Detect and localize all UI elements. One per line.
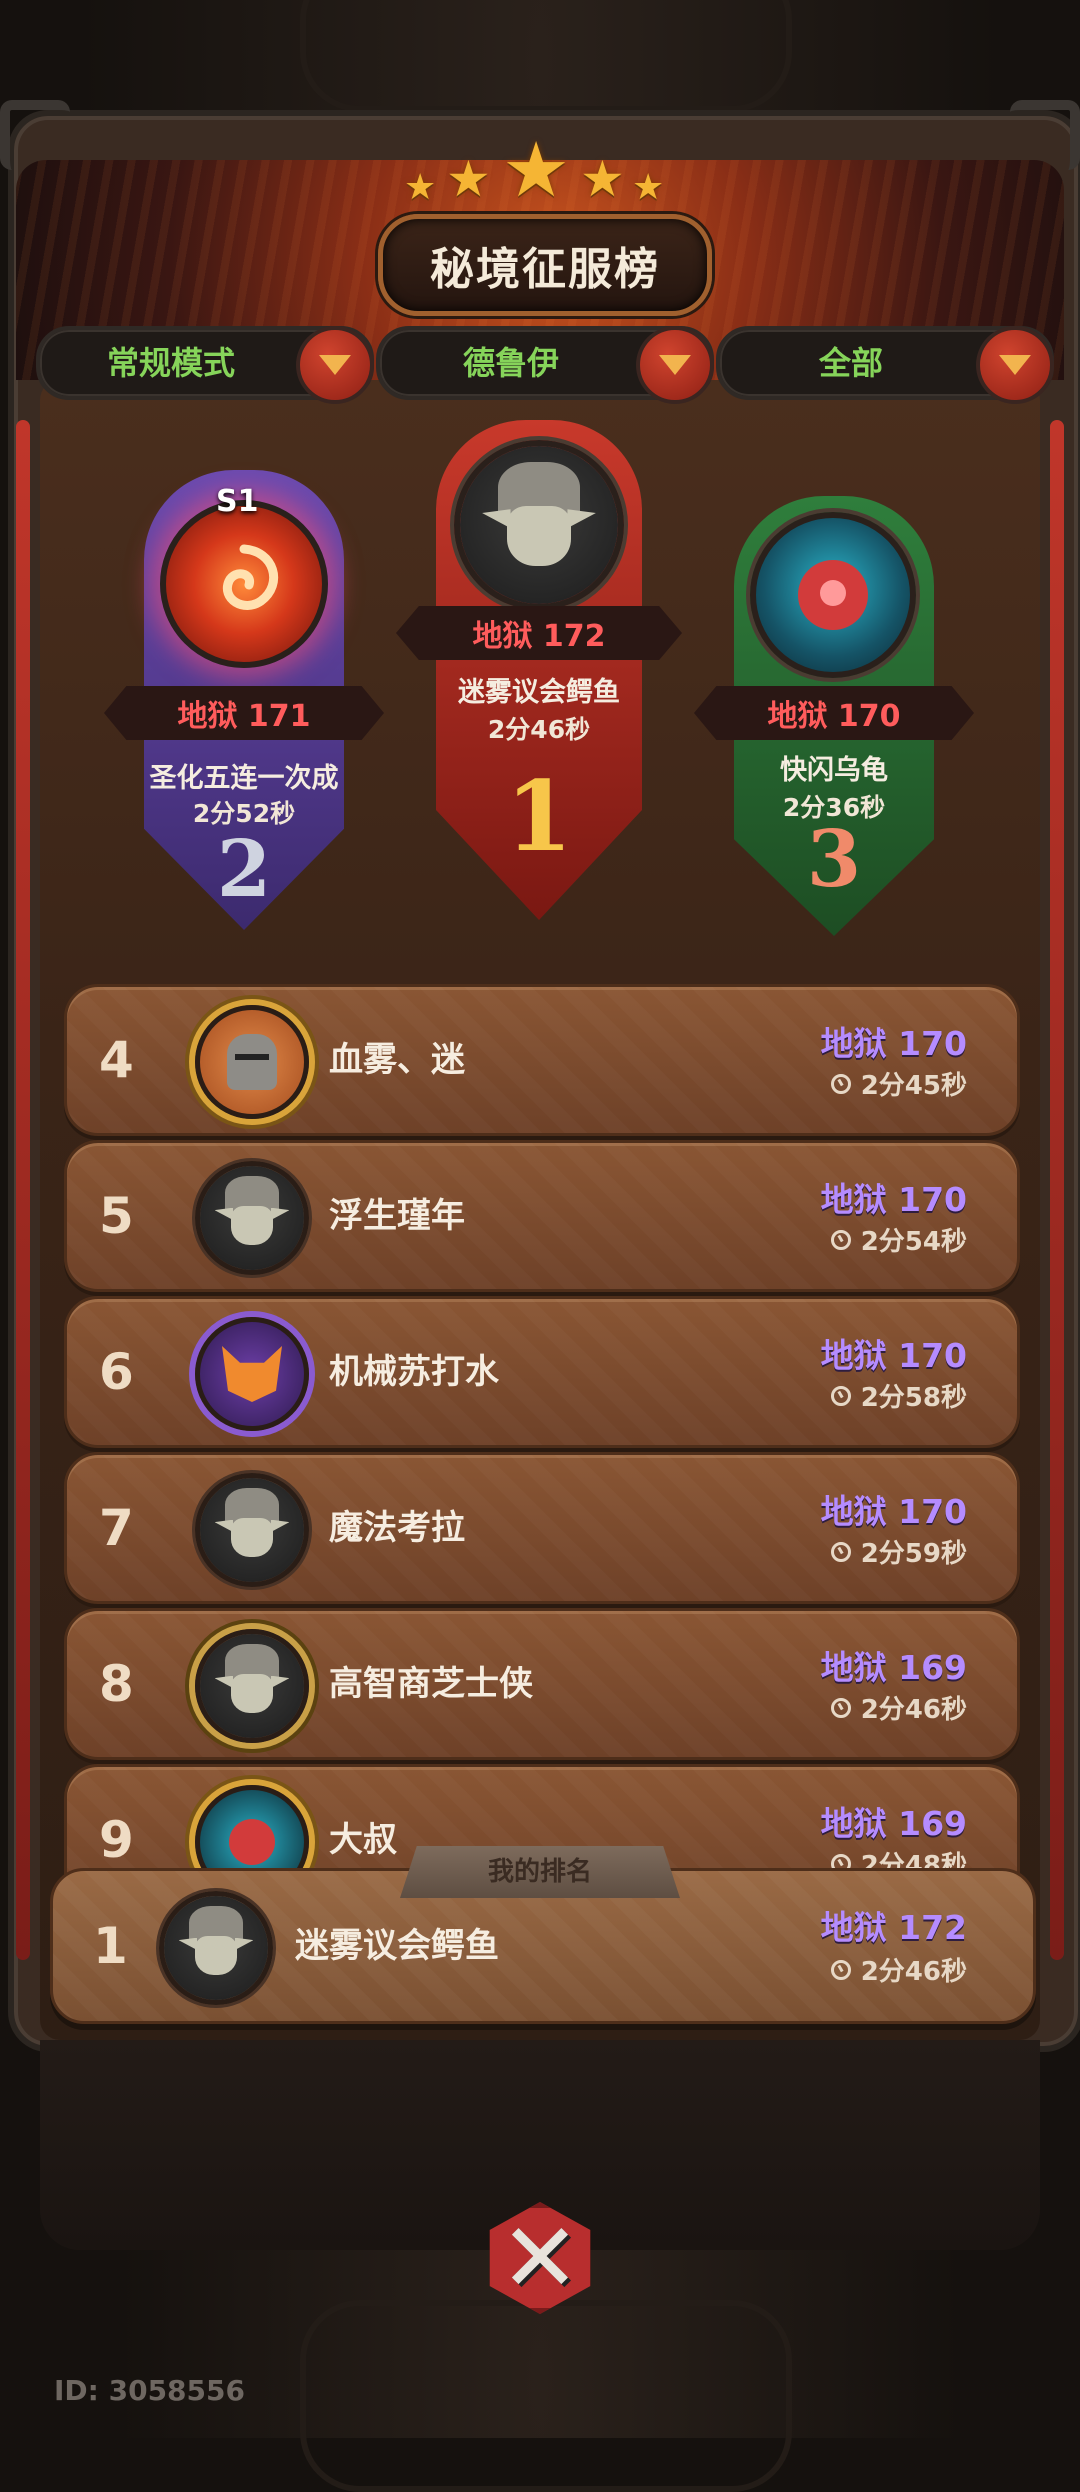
- season-badge: S1: [216, 484, 259, 519]
- row-level: 地狱 169: [820, 1648, 967, 1687]
- row-player-name: 浮生瑾年: [329, 1196, 465, 1236]
- clown-avatar-icon: [750, 512, 916, 678]
- clock-icon: [830, 1541, 851, 1562]
- row-player-name: 血雾、迷: [329, 1040, 465, 1080]
- player-id: ID: 3058556: [54, 2374, 245, 2407]
- page-title: 秘境征服榜: [430, 244, 660, 295]
- podium-second[interactable]: S1 地狱 171 圣化五连一次成 2分52秒 2: [104, 470, 384, 930]
- star-icon: ★: [502, 125, 571, 214]
- star-icon: ★: [632, 167, 665, 208]
- level-ribbon: 地狱 172: [396, 606, 682, 660]
- level-ribbon: 地狱 171: [104, 686, 384, 740]
- leaderboard-row[interactable]: 8 高智商芝士侠 地狱 169 2分46秒: [64, 1608, 1020, 1760]
- title-plate: 秘境征服榜: [378, 214, 712, 316]
- row-rank: 4: [99, 1031, 134, 1089]
- leaderboard-row[interactable]: 6 机械苏打水 地狱 170 2分58秒: [64, 1296, 1020, 1448]
- clock-icon: [830, 1385, 851, 1406]
- leaderboard-row[interactable]: 5 浮生瑾年 地狱 170 2分54秒: [64, 1140, 1020, 1292]
- elf-avatar-icon: [195, 1161, 309, 1275]
- row-level: 地狱 170: [820, 1336, 967, 1375]
- corner-ornament: [0, 100, 70, 170]
- my-time-wrap: 2分46秒: [830, 1951, 967, 1988]
- row-level: 地狱 170: [820, 1492, 967, 1531]
- mode-dropdown[interactable]: 常规模式: [36, 326, 374, 404]
- row-time: 2分46秒: [860, 1695, 967, 1725]
- level-ribbon: 地狱 170: [694, 686, 974, 740]
- row-time-wrap: 2分58秒: [830, 1377, 967, 1414]
- chevron-down-icon[interactable]: [636, 326, 714, 404]
- row-time: 2分45秒: [860, 1071, 967, 1101]
- row-level: 地狱 170: [820, 1180, 967, 1219]
- background-ornament: [300, 2300, 792, 2492]
- my-rank-tab: 我的排名: [400, 1846, 680, 1898]
- clock-icon: [830, 1073, 851, 1094]
- row-player-name: 高智商芝士侠: [329, 1664, 533, 1704]
- elf-avatar-icon: [159, 1891, 273, 2005]
- podium-first[interactable]: 地狱 172 迷雾议会鳄鱼 2分46秒 1: [396, 420, 682, 920]
- rating-stars: ★ ★ ★ ★ ★: [400, 132, 680, 212]
- dragon-elf-avatar-icon: [195, 1629, 309, 1743]
- scope-dropdown[interactable]: 全部: [716, 326, 1054, 404]
- my-time: 2分46秒: [860, 1957, 967, 1987]
- scope-dropdown-label: 全部: [818, 344, 883, 382]
- row-rank: 7: [99, 1499, 134, 1557]
- row-level: 地狱 170: [820, 1024, 967, 1063]
- my-rank-number: 1: [93, 1917, 128, 1975]
- clear-time: 2分46秒: [487, 715, 591, 744]
- rank-number: 2: [216, 824, 272, 915]
- rank-number: 1: [505, 760, 573, 873]
- rank-number: 3: [806, 814, 862, 905]
- leaderboard-row[interactable]: 4 血雾、迷 地狱 170 2分45秒: [64, 984, 1020, 1136]
- row-rank: 8: [99, 1655, 134, 1713]
- player-name: 迷雾议会鳄鱼: [458, 677, 620, 708]
- leaderboard-row[interactable]: 7 魔法考拉 地狱 170 2分59秒: [64, 1452, 1020, 1604]
- elf-avatar-icon: [195, 1473, 309, 1587]
- my-level: 地狱 172: [820, 1908, 967, 1947]
- fire-swirl-avatar-icon: [160, 500, 328, 668]
- star-icon: ★: [580, 150, 625, 208]
- star-icon: ★: [446, 150, 491, 208]
- row-player-name: 机械苏打水: [329, 1352, 499, 1392]
- close-button[interactable]: ✕: [470, 2188, 610, 2328]
- chevron-down-icon[interactable]: [976, 326, 1054, 404]
- left-rail: [16, 420, 30, 1960]
- row-time: 2分54秒: [860, 1227, 967, 1257]
- player-name: 快闪乌龟: [780, 755, 888, 786]
- elf-avatar-icon: [454, 440, 624, 610]
- star-icon: ★: [404, 167, 437, 208]
- class-dropdown[interactable]: 德鲁伊: [376, 326, 714, 404]
- row-player-name: 魔法考拉: [329, 1508, 465, 1548]
- clock-icon: [830, 1959, 851, 1980]
- row-time: 2分58秒: [860, 1383, 967, 1413]
- row-rank: 6: [99, 1343, 134, 1401]
- corner-ornament: [1010, 100, 1080, 170]
- chevron-down-icon[interactable]: [296, 326, 374, 404]
- fox-avatar-icon: [195, 1317, 309, 1431]
- close-icon: ✕: [489, 2202, 591, 2314]
- row-time-wrap: 2分54秒: [830, 1221, 967, 1258]
- mode-dropdown-label: 常规模式: [106, 344, 235, 382]
- podium-third[interactable]: 地狱 170 快闪乌龟 2分36秒 3: [694, 496, 974, 936]
- row-time-wrap: 2分45秒: [830, 1065, 967, 1102]
- right-rail: [1050, 420, 1064, 1960]
- row-time: 2分59秒: [860, 1539, 967, 1569]
- clock-icon: [830, 1697, 851, 1718]
- row-rank: 5: [99, 1187, 134, 1245]
- knight-avatar-icon: [195, 1005, 309, 1119]
- row-time-wrap: 2分59秒: [830, 1533, 967, 1570]
- background-ornament: [300, 0, 792, 112]
- player-name: 圣化五连一次成: [149, 763, 339, 794]
- row-time-wrap: 2分46秒: [830, 1689, 967, 1726]
- clock-icon: [830, 1229, 851, 1250]
- class-dropdown-label: 德鲁伊: [462, 344, 559, 382]
- row-level: 地狱 169: [820, 1804, 967, 1843]
